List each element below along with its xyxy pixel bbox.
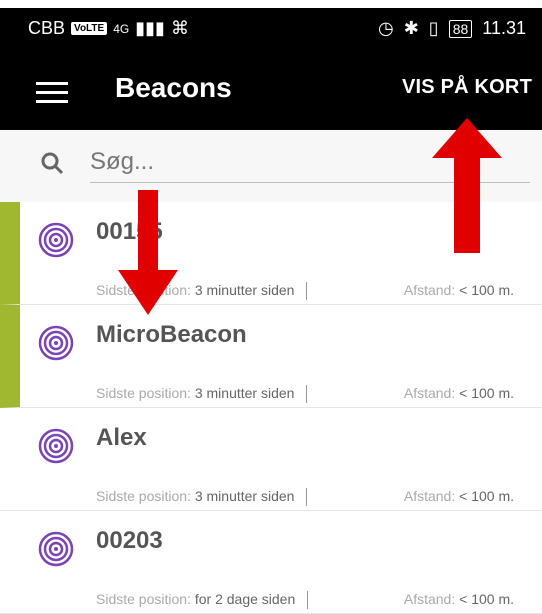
meta-divider	[306, 385, 308, 404]
meta-divider	[306, 282, 308, 301]
status-bar: CBB VoLTE 4G ▮▮▮ ⌘ ◷ ✱ ▯ 88 11.31	[0, 8, 542, 46]
annotation-arrow-down	[118, 190, 178, 315]
signal-icon: ▮▮▮	[135, 18, 165, 38]
beacon-item[interactable]: MicroBeacon Sidste position: 3 minutter …	[0, 305, 542, 408]
distance: Afstand: < 100 m.	[404, 282, 514, 298]
meta-divider	[306, 488, 308, 507]
cast-icon: ⌘	[170, 18, 189, 38]
distance: Afstand: < 100 m.	[404, 488, 514, 504]
battery-level: 88	[448, 19, 473, 38]
status-right: ◷ ✱ ▯ 88 11.31	[378, 18, 526, 39]
last-position: Sidste position: 3 minutter siden	[96, 385, 308, 404]
beacon-item[interactable]: Alex Sidste position: 3 minutter siden A…	[0, 408, 542, 511]
beacon-icon	[38, 325, 74, 361]
page-title: Beacons	[115, 72, 232, 103]
beacon-icon	[38, 428, 74, 464]
status-left: CBB VoLTE 4G ▮▮▮ ⌘	[28, 18, 189, 39]
meta-divider	[307, 591, 309, 610]
last-position-label: Sidste position:	[96, 591, 191, 607]
last-position-label: Sidste position:	[96, 385, 191, 401]
distance-value: < 100 m.	[459, 488, 514, 504]
network-type: 4G	[113, 21, 130, 36]
last-position-label: Sidste position:	[96, 488, 191, 504]
last-position-value: 3 minutter siden	[194, 488, 295, 504]
distance-label: Afstand:	[403, 282, 456, 298]
distance-label: Afstand:	[403, 488, 456, 504]
carrier-name: CBB	[28, 18, 66, 38]
distance-value: < 100 m.	[459, 282, 514, 298]
bluetooth-icon: ✱	[403, 18, 419, 38]
last-position-value: 3 minutter siden	[194, 282, 295, 298]
last-position-value: 3 minutter siden	[194, 385, 295, 401]
alarm-icon: ◷	[377, 18, 394, 38]
annotation-arrow-up	[432, 118, 502, 253]
distance-label: Afstand:	[403, 385, 456, 401]
beacon-item[interactable]: 00203 Sidste position: for 2 dage siden …	[0, 511, 542, 614]
clock: 11.31	[482, 18, 526, 38]
beacon-name: Alex	[96, 424, 147, 451]
last-position: Sidste position: for 2 dage siden	[96, 591, 309, 610]
show-on-map-button[interactable]: VIS PÅ KORT	[402, 76, 532, 99]
beacon-icon	[38, 531, 74, 567]
beacon-name: 00203	[96, 527, 163, 554]
vibrate-icon: ▯	[428, 18, 439, 38]
beacon-name: MicroBeacon	[96, 321, 247, 348]
last-position: Sidste position: 3 minutter siden	[96, 488, 308, 507]
distance-label: Afstand:	[403, 591, 456, 607]
beacon-list: 00155 Sidste position: 3 minutter siden …	[0, 202, 542, 614]
distance-value: < 100 m.	[459, 385, 514, 401]
hamburger-menu-icon[interactable]	[36, 82, 68, 104]
search-icon[interactable]	[40, 151, 64, 175]
distance: Afstand: < 100 m.	[404, 591, 514, 607]
distance: Afstand: < 100 m.	[404, 385, 514, 401]
last-position-value: for 2 dage siden	[194, 591, 296, 607]
beacon-icon	[38, 222, 74, 258]
distance-value: < 100 m.	[459, 591, 514, 607]
volte-badge: VoLTE	[71, 22, 108, 35]
